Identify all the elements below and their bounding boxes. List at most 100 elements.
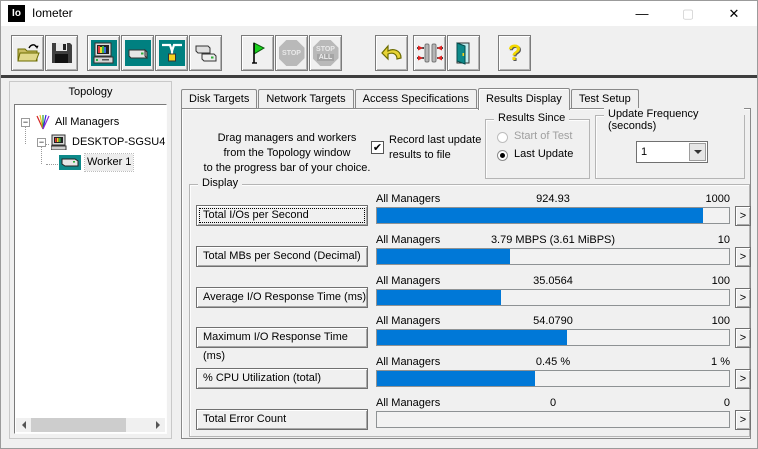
open-file-button[interactable] <box>11 35 44 71</box>
tab-test-setup[interactable]: Test Setup <box>571 89 639 108</box>
stop-all-tests-button: STOPALL <box>309 35 342 71</box>
manager-icon <box>51 134 69 150</box>
tab-access-specifications[interactable]: Access Specifications <box>355 89 477 108</box>
expand-row-button[interactable]: > <box>735 369 751 389</box>
row-max: 10 <box>376 234 730 246</box>
new-network-worker-button[interactable] <box>155 35 188 71</box>
iometer-window: Io Iometer — ▢ ✕ <box>0 0 758 449</box>
reset-results-button[interactable] <box>375 35 408 71</box>
scroll-left-arrow-icon[interactable] <box>16 418 31 432</box>
expand-row-button[interactable]: > <box>735 328 751 348</box>
progress-fill <box>377 290 501 305</box>
start-of-test-label: Start of Test <box>514 130 573 142</box>
tree-item-label: All Managers <box>55 114 119 131</box>
row-max: 100 <box>376 315 730 327</box>
total-mbs-per-second-button[interactable]: Total MBs per Second (Decimal) <box>196 246 368 267</box>
metric-row-total-mbs: Total MBs per Second (Decimal) All Manag… <box>190 234 748 272</box>
new-disk-worker-button[interactable] <box>121 35 154 71</box>
last-update-radio[interactable] <box>497 150 508 161</box>
collapse-icon[interactable]: − <box>21 118 30 127</box>
row-max: 100 <box>376 275 730 287</box>
last-update-label: Last Update <box>514 148 573 160</box>
duplicate-worker-icon <box>193 42 219 64</box>
help-button[interactable]: ? <box>498 35 531 71</box>
metric-row-max-response: Maximum I/O Response Time (ms) All Manag… <box>190 315 748 353</box>
progress-bar[interactable] <box>376 370 730 387</box>
cpu-utilization-button[interactable]: % CPU Utilization (total) <box>196 368 368 389</box>
close-button[interactable]: ✕ <box>711 1 757 26</box>
exchange-settings-button[interactable] <box>413 35 446 71</box>
progress-bar[interactable] <box>376 289 730 306</box>
network-worker-icon <box>159 40 185 66</box>
stop-all-icon: STOPALL <box>313 40 339 66</box>
total-error-count-button[interactable]: Total Error Count <box>196 409 368 430</box>
record-last-update-label: Record last update results to file <box>389 133 489 163</box>
reset-arrow-icon <box>380 42 404 64</box>
title-bar: Io Iometer — ▢ ✕ <box>1 1 757 26</box>
progress-bar[interactable] <box>376 207 730 224</box>
stop-test-button: STOP <box>275 35 308 71</box>
metric-row-cpu-utilization: % CPU Utilization (total) All Managers 0… <box>190 356 748 394</box>
tab-network-targets[interactable]: Network Targets <box>258 89 353 108</box>
stop-icon: STOP <box>279 40 305 66</box>
save-floppy-icon <box>51 42 73 64</box>
start-tests-button[interactable] <box>241 35 274 71</box>
progress-fill <box>377 208 703 223</box>
minimize-button[interactable]: — <box>619 1 665 26</box>
exit-button[interactable] <box>447 35 480 71</box>
tab-strip: Disk TargetsNetwork TargetsAccess Specif… <box>181 86 751 108</box>
tab-results-display[interactable]: Results Display <box>478 88 570 110</box>
row-max: 1 % <box>376 356 730 368</box>
maximize-button: ▢ <box>665 1 711 26</box>
scrollbar-thumb[interactable] <box>31 418 126 432</box>
tree-horizontal-scrollbar[interactable] <box>16 418 165 432</box>
expand-row-button[interactable]: > <box>735 206 751 226</box>
results-since-group: Results Since Start of Test Last Update <box>485 119 590 179</box>
worker-icon <box>59 155 81 170</box>
metric-row-total-ios: Total I/Os per Second All Managers 924.9… <box>190 193 748 231</box>
progress-bar[interactable] <box>376 329 730 346</box>
start-of-test-radio <box>497 132 508 143</box>
row-max: 0 <box>376 397 730 409</box>
expand-row-button[interactable]: > <box>735 288 751 308</box>
disk-worker-icon <box>125 40 151 66</box>
drag-hint-text: Drag managers and workers from the Topol… <box>196 131 378 176</box>
tree-item-label: Worker 1 <box>85 154 133 171</box>
update-frequency-title: Update Frequency (seconds) <box>604 108 744 132</box>
results-display-panel: Drag managers and workers from the Topol… <box>181 108 751 439</box>
progress-fill <box>377 249 510 264</box>
expand-row-button[interactable]: > <box>735 410 751 430</box>
expand-row-button[interactable]: > <box>735 247 751 267</box>
exchange-arrows-icon <box>417 41 443 65</box>
window-title: Iometer <box>32 1 73 26</box>
save-file-button[interactable] <box>45 35 78 71</box>
maximum-io-response-time-button[interactable]: Maximum I/O Response Time (ms) <box>196 327 368 348</box>
update-frequency-dropdown[interactable]: 1 <box>636 141 708 163</box>
duplicate-worker-button[interactable] <box>189 35 222 71</box>
scroll-right-arrow-icon[interactable] <box>150 418 165 432</box>
chevron-down-icon[interactable] <box>689 143 706 161</box>
record-last-update-checkbox[interactable]: ✔ <box>371 141 384 154</box>
tree-item-label: DESKTOP-SGSU4 <box>72 134 165 151</box>
check-icon: ✔ <box>373 142 382 154</box>
row-max: 1000 <box>376 193 730 205</box>
exit-door-icon <box>453 41 475 65</box>
start-flag-icon <box>248 41 268 65</box>
all-managers-icon <box>35 114 51 130</box>
progress-bar[interactable] <box>376 411 730 428</box>
progress-fill <box>377 330 567 345</box>
total-ios-per-second-button[interactable]: Total I/Os per Second <box>196 205 368 226</box>
topology-title: Topology <box>10 86 171 98</box>
average-io-response-time-button[interactable]: Average I/O Response Time (ms) <box>196 287 368 308</box>
metric-row-total-errors: Total Error Count All Managers 0 0 > <box>190 397 748 435</box>
metric-row-avg-response: Average I/O Response Time (ms) All Manag… <box>190 275 748 313</box>
new-manager-button[interactable] <box>87 35 120 71</box>
tree-connector <box>46 164 58 165</box>
collapse-icon[interactable]: − <box>37 138 46 147</box>
display-group: Display Total I/Os per Second All Manage… <box>189 184 750 437</box>
app-logo-icon: Io <box>8 5 25 22</box>
tab-disk-targets[interactable]: Disk Targets <box>181 89 257 108</box>
open-folder-icon <box>16 43 40 63</box>
results-since-title: Results Since <box>494 112 569 124</box>
progress-bar[interactable] <box>376 248 730 265</box>
